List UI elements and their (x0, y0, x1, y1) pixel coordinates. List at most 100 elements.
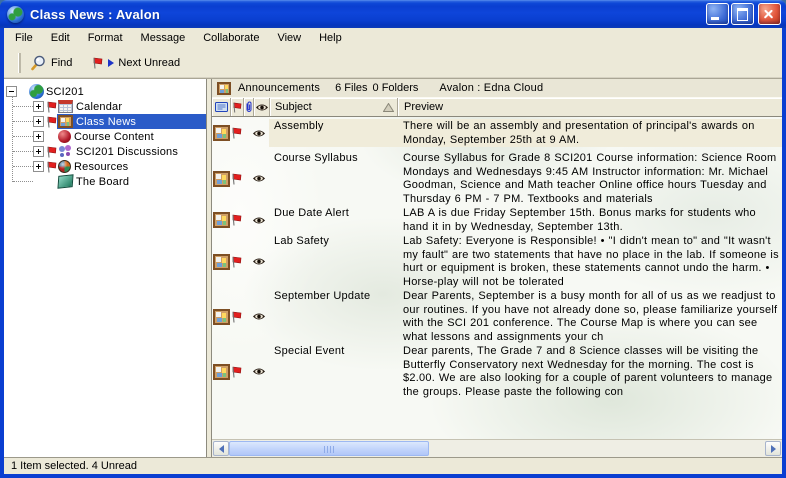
preview-column-header[interactable]: Preview (398, 98, 782, 116)
menu-item[interactable]: Format (79, 29, 132, 47)
tree-item[interactable]: Class News (4, 114, 206, 129)
course-content-icon (58, 130, 71, 143)
message-row[interactable]: Lab Safety Lab Safety: Everyone is Respo… (212, 234, 782, 289)
eye-icon (252, 151, 269, 206)
announcements-icon (217, 82, 231, 95)
client-area: FileEditFormatMessageCollaborateViewHelp… (4, 28, 782, 474)
next-unread-button[interactable]: Next Unread (88, 55, 184, 71)
bulletin-board-icon (213, 125, 230, 141)
discussions-icon (58, 145, 73, 158)
find-label: Find (51, 57, 72, 69)
horizontal-scrollbar[interactable] (212, 439, 782, 457)
calendar-icon (58, 100, 73, 113)
flag-column-header[interactable] (231, 98, 244, 116)
menu-item[interactable]: Message (132, 29, 195, 47)
magnifier-icon (31, 55, 47, 71)
eye-icon (255, 103, 269, 112)
bulletin-board-icon (213, 364, 230, 380)
unread-flag-icon (231, 119, 243, 147)
menu-item[interactable]: Collaborate (194, 29, 268, 47)
expand-plus-icon[interactable] (33, 146, 44, 157)
minimize-button[interactable] (706, 3, 729, 25)
message-icon (215, 102, 228, 112)
expand-plus-icon[interactable] (33, 131, 44, 142)
menu-item[interactable]: Help (310, 29, 351, 47)
close-button[interactable] (758, 3, 781, 25)
flag-icon (92, 57, 103, 69)
folders-count: 0 Folders (373, 82, 419, 94)
expand-plus-icon[interactable] (33, 161, 44, 172)
menu-item[interactable]: View (268, 29, 310, 47)
message-column-header[interactable] (212, 98, 231, 116)
expand-plus-icon[interactable] (33, 101, 44, 112)
message-row[interactable]: Assembly There will be an assembly and p… (212, 119, 782, 147)
status-bar: 1 Item selected. 4 Unread (4, 457, 782, 474)
find-button[interactable]: Find (27, 53, 76, 73)
minimize-icon (711, 17, 719, 20)
menu-item[interactable]: Edit (42, 29, 79, 47)
tree-item-label: Course Content (74, 131, 154, 143)
eye-column-header[interactable] (254, 98, 270, 116)
bulletin-board-icon (213, 171, 230, 187)
unread-flag-icon (46, 101, 57, 113)
message-subject: Assembly (269, 119, 397, 147)
scrollbar-thumb[interactable] (229, 441, 429, 456)
message-row[interactable]: Course Syllabus Course Syllabus for Grad… (212, 151, 782, 206)
sort-ascending-icon (383, 103, 394, 112)
subject-column-header[interactable]: Subject (270, 98, 398, 116)
status-text: 1 Item selected. 4 Unread (11, 460, 137, 472)
attachment-cell (243, 119, 252, 147)
attachment-cell (243, 234, 252, 289)
unread-flag-icon (231, 234, 243, 289)
tree-item[interactable]: Course Content (4, 129, 206, 144)
menu-item[interactable]: File (6, 29, 42, 47)
paperclip-icon (245, 101, 253, 113)
tree-item[interactable]: The Board (4, 174, 206, 189)
message-preview: LAB A is due Friday September 15th. Bonu… (397, 206, 782, 234)
message-panel: Announcements 6 Files 0 Folders Avalon :… (212, 79, 782, 457)
message-subject: Lab Safety (269, 234, 397, 289)
attachment-cell (243, 289, 252, 344)
tree-item-label: SCI201 Discussions (76, 146, 178, 158)
title-bar[interactable]: Class News : Avalon (0, 0, 786, 28)
unread-flag-icon (46, 146, 57, 158)
bulletin-board-icon (213, 309, 230, 325)
eye-icon (252, 119, 269, 147)
scroll-left-button[interactable] (213, 441, 229, 456)
maximize-button[interactable] (731, 3, 754, 25)
attachment-cell (243, 344, 252, 399)
tree-item-label: Calendar (76, 101, 122, 113)
conference-title: Announcements (238, 82, 320, 94)
message-preview: Dear Parents, September is a busy month … (397, 289, 782, 344)
message-row[interactable]: Special Event Dear parents, The Grade 7 … (212, 344, 782, 399)
message-row[interactable]: Due Date Alert LAB A is due Friday Septe… (212, 206, 782, 234)
flag-icon (232, 102, 242, 113)
message-subject: Due Date Alert (269, 206, 397, 234)
maximize-icon (737, 8, 748, 21)
message-subject: Special Event (269, 344, 397, 399)
toolbar-gripper (18, 53, 21, 73)
window-controls (706, 3, 781, 25)
folder-tree-panel: SCI201 (4, 79, 207, 457)
tree-item[interactable]: Resources (4, 159, 206, 174)
scroll-right-button[interactable] (765, 441, 781, 456)
attachment-column-header[interactable] (244, 98, 254, 116)
tree-item[interactable]: SCI201 Discussions (4, 144, 206, 159)
toolbar: Find Next Unread (4, 48, 782, 78)
collapse-minus-icon[interactable] (6, 86, 17, 97)
folder-tree: SCI201 (4, 79, 206, 189)
bulletin-board-icon (213, 212, 230, 228)
message-row[interactable]: September Update Dear Parents, September… (212, 289, 782, 344)
eye-icon (252, 289, 269, 344)
eye-icon (252, 234, 269, 289)
expand-plus-icon[interactable] (33, 116, 44, 127)
next-unread-label: Next Unread (118, 57, 180, 69)
attachment-cell (243, 206, 252, 234)
tree-root-sci201[interactable]: SCI201 (4, 84, 206, 99)
unread-flag-icon (231, 206, 243, 234)
conference-header: Announcements 6 Files 0 Folders Avalon :… (212, 79, 782, 98)
unread-flag-icon (231, 151, 243, 206)
tree-item[interactable]: Calendar (4, 99, 206, 114)
tree-item-label: Resources (74, 161, 128, 173)
tree-item-label: Class News (76, 116, 136, 128)
